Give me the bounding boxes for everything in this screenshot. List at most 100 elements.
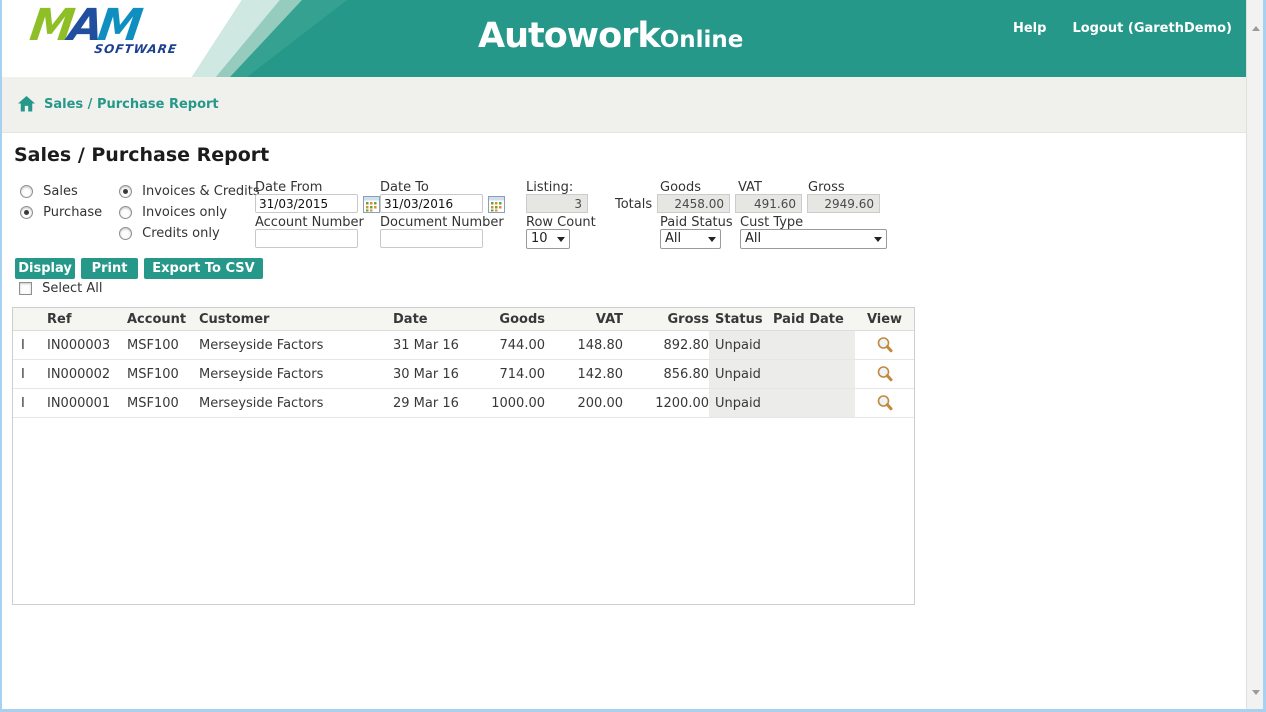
row-paid-date <box>773 389 855 417</box>
scroll-up-icon[interactable] <box>1247 20 1264 37</box>
row-paid-date <box>773 331 855 359</box>
radio-credits-only-control[interactable] <box>119 227 132 240</box>
date-to-calendar-icon[interactable] <box>488 196 505 213</box>
row-type: I <box>21 366 25 382</box>
row-count-select[interactable]: 10 <box>526 229 570 249</box>
row-status: Unpaid <box>709 360 773 388</box>
cust-type-select[interactable]: All <box>740 229 887 249</box>
row-ref: IN000003 <box>47 337 111 353</box>
chevron-down-icon <box>708 237 716 242</box>
row-date: 29 Mar 16 <box>393 395 459 411</box>
date-to-input[interactable] <box>380 194 483 213</box>
row-type: I <box>21 337 25 353</box>
vertical-scrollbar[interactable] <box>1246 0 1263 709</box>
date-from-calendar-icon[interactable] <box>363 196 380 213</box>
magnifier-icon[interactable] <box>876 336 894 354</box>
col-header-status: Status <box>715 311 763 327</box>
radio-credits-only-label: Credits only <box>142 226 220 241</box>
select-all-label: Select All <box>42 281 103 296</box>
table-row: I IN000003 MSF100 Merseyside Factors 31 … <box>13 331 914 360</box>
row-vat: 142.80 <box>577 366 624 382</box>
print-button[interactable]: Print <box>81 258 138 279</box>
totals-vat-value: 491.60 <box>735 194 802 213</box>
page: MAM SOFTWARE AutoworkOnline Help Logout … <box>2 0 1246 709</box>
help-link[interactable]: Help <box>1013 21 1046 36</box>
row-paid-date <box>773 360 855 388</box>
row-date: 30 Mar 16 <box>393 366 459 382</box>
display-button[interactable]: Display <box>15 258 75 279</box>
export-csv-button[interactable]: Export To CSV <box>144 258 263 279</box>
breadcrumb-bar: Sales / Purchase Report <box>2 77 1246 133</box>
table-row: I IN000001 MSF100 Merseyside Factors 29 … <box>13 389 914 418</box>
chevron-down-icon <box>557 237 565 242</box>
col-header-account: Account <box>127 311 187 327</box>
mam-software-logo[interactable]: MAM SOFTWARE <box>26 0 184 56</box>
app-header: MAM SOFTWARE AutoworkOnline Help Logout … <box>2 0 1246 77</box>
chevron-down-icon <box>874 237 882 242</box>
totals-goods-label: Goods <box>660 180 702 195</box>
row-count-value: 10 <box>531 231 548 246</box>
radio-invoices-only-control[interactable] <box>119 206 132 219</box>
radio-invoices-credits-control[interactable] <box>119 185 132 198</box>
row-goods: 1000.00 <box>491 395 545 411</box>
radio-purchase[interactable]: Purchase <box>20 205 102 220</box>
col-header-gross: Gross <box>667 311 710 327</box>
window-border-left <box>0 0 2 712</box>
document-number-label: Document Number <box>380 215 504 230</box>
col-header-view: View <box>866 311 903 327</box>
paid-status-select[interactable]: All <box>660 229 721 249</box>
listing-label: Listing: <box>526 180 574 195</box>
row-vat: 200.00 <box>577 395 624 411</box>
radio-purchase-label: Purchase <box>43 205 103 220</box>
document-number-input[interactable] <box>380 229 483 248</box>
select-all[interactable]: Select All <box>19 281 103 296</box>
breadcrumb[interactable]: Sales / Purchase Report <box>44 97 219 112</box>
page-title: Sales / Purchase Report <box>14 144 270 166</box>
app-title: AutoworkOnline <box>478 16 744 56</box>
row-customer: Merseyside Factors <box>199 395 324 411</box>
magnifier-icon[interactable] <box>876 394 894 412</box>
row-count-label: Row Count <box>526 215 596 230</box>
radio-sales-control[interactable] <box>20 185 33 198</box>
totals-goods-value: 2458.00 <box>657 194 730 213</box>
row-goods: 714.00 <box>499 366 546 382</box>
row-status: Unpaid <box>709 331 773 359</box>
totals-label: Totals <box>615 197 653 212</box>
listing-value: 3 <box>526 194 588 213</box>
col-header-vat: VAT <box>595 311 623 327</box>
date-from-input[interactable] <box>255 194 358 213</box>
radio-purchase-control[interactable] <box>20 206 33 219</box>
radio-sales-label: Sales <box>43 184 78 199</box>
row-customer: Merseyside Factors <box>199 337 324 353</box>
radio-sales[interactable]: Sales <box>20 184 78 199</box>
date-to-label: Date To <box>380 180 429 195</box>
row-gross: 892.80 <box>663 337 710 353</box>
row-vat: 148.80 <box>577 337 624 353</box>
date-from-label: Date From <box>255 180 323 195</box>
account-number-input[interactable] <box>255 229 358 248</box>
col-header-date: Date <box>393 311 428 327</box>
row-account: MSF100 <box>127 395 179 411</box>
cust-type-label: Cust Type <box>740 215 804 230</box>
table-body: I IN000003 MSF100 Merseyside Factors 31 … <box>13 331 914 418</box>
radio-credits-only[interactable]: Credits only <box>119 226 220 241</box>
radio-invoices-credits[interactable]: Invoices & Credits <box>119 184 260 199</box>
magnifier-icon[interactable] <box>876 365 894 383</box>
col-header-customer: Customer <box>199 311 270 327</box>
home-icon[interactable] <box>18 96 35 116</box>
logout-link[interactable]: Logout (GarethDemo) <box>1072 21 1232 36</box>
row-account: MSF100 <box>127 337 179 353</box>
paid-status-label: Paid Status <box>660 215 733 230</box>
col-header-ref: Ref <box>47 311 72 327</box>
totals-gross-label: Gross <box>808 180 845 195</box>
cust-type-value: All <box>745 231 762 246</box>
results-table: Ref Account Customer Date Goods VAT Gros… <box>12 307 915 605</box>
row-gross: 856.80 <box>663 366 710 382</box>
row-ref: IN000001 <box>47 395 111 411</box>
row-date: 31 Mar 16 <box>393 337 459 353</box>
radio-invoices-only[interactable]: Invoices only <box>119 205 227 220</box>
radio-invoices-credits-label: Invoices & Credits <box>142 184 260 199</box>
scroll-down-icon[interactable] <box>1247 684 1264 701</box>
col-header-goods: Goods <box>499 311 545 327</box>
select-all-checkbox[interactable] <box>19 282 32 295</box>
